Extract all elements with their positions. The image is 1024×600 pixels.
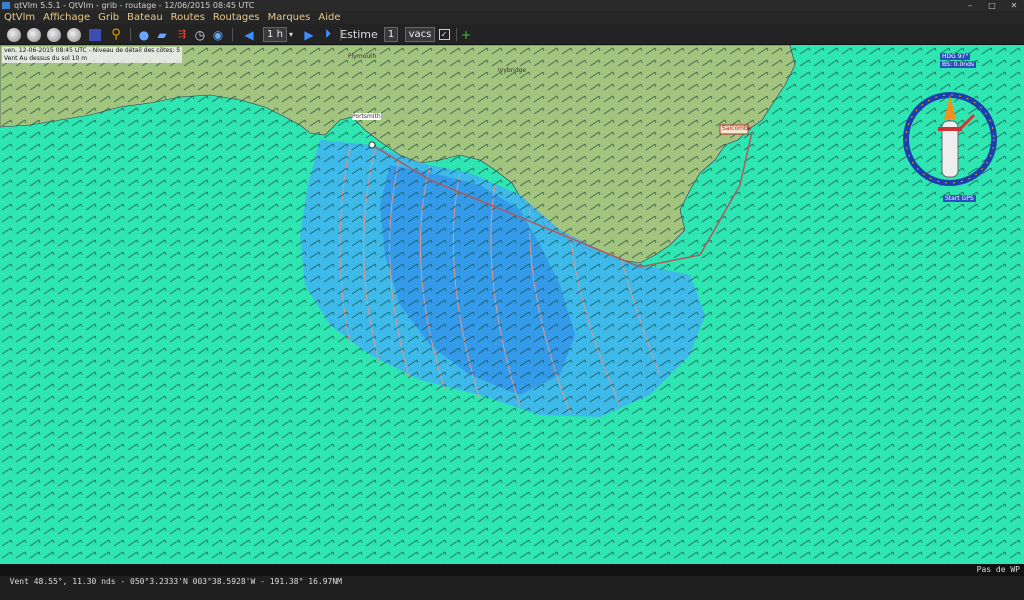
estime-spinbox[interactable]: 1 [380, 27, 402, 42]
zoom-out-icon[interactable] [26, 27, 42, 42]
info-line-time: ven. 12-06-2015 08:45 UTC - Niveau de dé… [4, 47, 181, 54]
boat-marker[interactable] [368, 141, 376, 149]
magnifier-icon[interactable]: ⚲ [108, 27, 124, 42]
open-icon[interactable]: ● [136, 27, 152, 42]
menu-marques[interactable]: Marques [268, 11, 311, 24]
map-info-box: ven. 12-06-2015 08:45 UTC - Niveau de dé… [2, 47, 183, 63]
info-line-wind: Vent Au dessus du sol 10 m [4, 55, 88, 62]
menu-affichage[interactable]: Affichage [43, 11, 90, 24]
status-bar: Vent 48.55°, 11.30 nds - 050°3.2333'N 00… [0, 564, 1024, 586]
save-icon[interactable]: ▰ [154, 27, 170, 42]
estime-checkbox[interactable]: ✓ [438, 27, 450, 42]
play-icon[interactable]: ⏵ [320, 27, 336, 42]
estime-label: Estime [340, 28, 378, 41]
compass-hdg: HDG 97° [940, 53, 971, 60]
add-icon[interactable]: + [460, 27, 472, 42]
window-title-bar: qtVlm 5.5.1 - QtVlm - grib - routage - 1… [0, 0, 1024, 11]
prev-icon[interactable]: ◀ [242, 27, 256, 42]
start-gps-button[interactable]: Start GPS [943, 195, 976, 202]
estime-unit-combo[interactable]: vacs [404, 27, 436, 42]
status-waypoint: Pas de WP [976, 565, 1020, 574]
barb-icon[interactable]: ⇶ [174, 27, 190, 42]
toolbar: ⚲ ● ▰ ⇶ ◷ ◉ ◀ 1 h ▾ ▶ ⏵ Estime 1 vacs ✓ + [0, 24, 1024, 45]
menu-routages[interactable]: Routages [213, 11, 260, 24]
map-view[interactable]: ven. 12-06-2015 08:45 UTC - Niveau de dé… [0, 45, 1024, 564]
gps-icon[interactable]: ◉ [210, 27, 226, 42]
map-canvas[interactable] [0, 45, 1024, 564]
boat-label: Portsmith [352, 113, 381, 120]
zoom-in-icon[interactable] [6, 27, 22, 42]
select-icon[interactable] [88, 27, 102, 42]
app-icon [2, 2, 10, 9]
menu-grib[interactable]: Grib [98, 11, 119, 24]
zoom-boat-icon[interactable] [66, 27, 82, 42]
place-salcombe: Salcombe [722, 125, 752, 132]
compass-speed: BS: 0.0nds [940, 61, 977, 68]
zoom-fit-icon[interactable] [46, 27, 62, 42]
place-plymouth: Plymouth [348, 53, 377, 60]
minimize-icon[interactable]: – [964, 0, 976, 11]
place-ivybridge: Ivybridge [498, 67, 527, 74]
status-text: Vent 48.55°, 11.30 nds - 050°3.2333'N 00… [9, 577, 342, 586]
step-combo[interactable]: 1 h ▾ [258, 27, 298, 42]
close-icon[interactable]: ✕ [1008, 0, 1020, 11]
next-icon[interactable]: ▶ [302, 27, 316, 42]
clock-icon[interactable]: ◷ [192, 27, 208, 42]
menu-bateau[interactable]: Bateau [127, 11, 163, 24]
wind-barbs [0, 45, 1024, 564]
menu-aide[interactable]: Aide [318, 11, 340, 24]
menu-qtvlm[interactable]: QtVlm [4, 11, 35, 24]
menu-routes[interactable]: Routes [171, 11, 205, 24]
window-title: qtVlm 5.5.1 - QtVlm - grib - routage - 1… [14, 1, 255, 10]
menu-bar: QtVlm Affichage Grib Bateau Routes Routa… [0, 11, 1024, 24]
maximize-icon[interactable]: □ [986, 0, 998, 11]
